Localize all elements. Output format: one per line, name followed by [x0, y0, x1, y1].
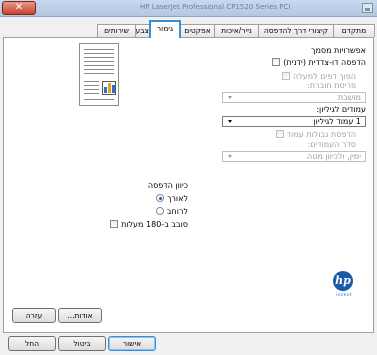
- print-borders-checkbox[interactable]: [275, 130, 284, 138]
- preview-line: [84, 49, 114, 50]
- orientation-group: כיוון הדפסה לאורך לרוחב סובב ב-180 מעלות: [104, 181, 188, 243]
- pages-per-sheet-value: 1 עמוד לגיליון: [313, 117, 362, 126]
- portrait-radio[interactable]: [156, 194, 165, 202]
- chevron-down-icon: [228, 155, 232, 158]
- title-bar: ✕ HP LaserJet Professional CP1520 Series…: [0, 0, 377, 17]
- printer-icon: [362, 3, 373, 13]
- tab-paper-quality[interactable]: נייר/איכות: [214, 24, 259, 37]
- preview-line: [84, 93, 99, 94]
- duplex-option[interactable]: הדפסה דו-צדדית (ידנית): [272, 57, 366, 67]
- document-options-group: אפשרויות מסמך הדפסה דו-צדדית (ידנית) הפו…: [180, 46, 366, 189]
- help-button[interactable]: עזרה: [12, 308, 56, 323]
- close-button[interactable]: ✕: [2, 1, 36, 15]
- booklet-value: מושבת: [337, 93, 361, 102]
- tab-advanced[interactable]: מתקדם: [333, 24, 375, 37]
- tab-finishing[interactable]: גימור: [149, 20, 181, 38]
- chevron-down-icon: [228, 120, 232, 123]
- print-borders-option[interactable]: הדפסת גבולות עמוד: [275, 129, 356, 139]
- preview-chart-icon: [102, 81, 116, 95]
- duplex-label: הדפסה דו-צדדית (ידנית): [283, 57, 366, 67]
- rotate-option[interactable]: סובב ב-180 מעלות: [110, 219, 188, 229]
- preview-line: [84, 99, 114, 100]
- portrait-label: לאורך: [167, 193, 188, 203]
- preview-bar: [104, 87, 107, 93]
- ok-button[interactable]: אישור: [108, 336, 156, 351]
- landscape-option[interactable]: לרוחב: [155, 206, 188, 216]
- preview-bar: [108, 83, 111, 93]
- page-order-select[interactable]: ימין, ולכיוון מטה: [222, 151, 366, 162]
- preview-line: [84, 61, 114, 62]
- tab-strip: מתקדם קיצורי דרך להדפסה נייר/איכות אפקטי…: [0, 20, 377, 38]
- tab-services[interactable]: שירותים: [97, 24, 136, 37]
- pages-per-sheet-label: עמודים לגיליון:: [316, 105, 366, 114]
- flip-pages-checkbox[interactable]: [281, 72, 290, 80]
- preview-line: [84, 85, 99, 86]
- tab-color[interactable]: צבע: [135, 24, 150, 37]
- tab-printing-shortcuts[interactable]: קיצורי דרך להדפסה: [258, 24, 334, 37]
- document-options-title: אפשרויות מסמך: [311, 46, 366, 55]
- tab-effects[interactable]: אפקטים: [180, 24, 215, 37]
- booklet-select[interactable]: מושבת: [222, 92, 366, 103]
- hp-logo: hp: [333, 271, 353, 291]
- rotate-checkbox[interactable]: [110, 220, 119, 228]
- preview-line: [84, 69, 114, 70]
- window-title: HP LaserJet Professional CP1520 Series P…: [140, 3, 290, 11]
- preview-bar: [112, 85, 115, 93]
- print-borders-label: הדפסת גבולות עמוד: [286, 129, 356, 139]
- preview-line: [84, 53, 114, 54]
- landscape-radio[interactable]: [155, 207, 164, 215]
- preview-line: [84, 57, 114, 58]
- landscape-label: לרוחב: [166, 206, 188, 216]
- page-order-value: ימין, ולכיוון מטה: [307, 152, 361, 161]
- pages-per-sheet-select[interactable]: 1 עמוד לגיליון: [222, 116, 366, 127]
- flip-pages-label: הפוך דפים למעלה: [292, 71, 356, 81]
- preview-line: [84, 65, 114, 66]
- page-order-label: סדר העמודים:: [307, 140, 356, 149]
- about-button[interactable]: אודות...: [58, 308, 102, 323]
- close-icon: ✕: [14, 2, 24, 13]
- portrait-option[interactable]: לאורך: [156, 193, 188, 203]
- preview-line: [84, 73, 114, 74]
- orientation-title: כיוון הדפסה: [147, 181, 188, 190]
- flip-pages-option[interactable]: הפוך דפים למעלה: [281, 71, 356, 81]
- hp-invent-tagline: invent: [336, 292, 352, 297]
- cancel-button[interactable]: ביטול: [58, 336, 106, 351]
- hp-logo-text: hp: [335, 274, 351, 287]
- chevron-down-icon: [228, 96, 232, 99]
- rotate-label: סובב ב-180 מעלות: [121, 219, 188, 229]
- page-preview: [79, 43, 119, 106]
- duplex-checkbox[interactable]: [272, 58, 281, 66]
- booklet-label: פריסת חוברת:: [307, 81, 356, 90]
- apply-button[interactable]: החל: [8, 336, 56, 351]
- preview-line: [84, 89, 99, 90]
- preview-line: [84, 81, 99, 82]
